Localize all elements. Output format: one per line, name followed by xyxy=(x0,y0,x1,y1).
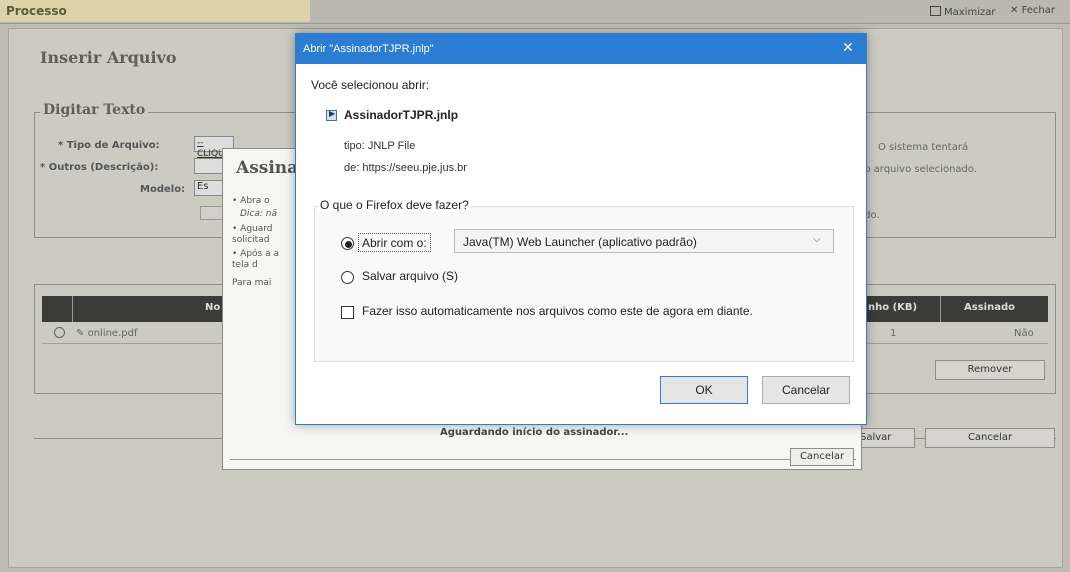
page-cancel-button[interactable]: Cancelar xyxy=(925,428,1055,448)
maximize-icon xyxy=(930,6,941,16)
auto-checkbox[interactable] xyxy=(341,306,354,319)
signer-cancel-button[interactable]: Cancelar xyxy=(790,448,854,466)
outros-label: * Outros (Descrição): xyxy=(40,162,159,173)
col-tamanho: nho (KB) xyxy=(868,302,918,313)
app-title: Processo xyxy=(6,4,67,18)
maximize-button[interactable]: Maximizar xyxy=(930,6,995,18)
table-header-sep xyxy=(72,296,73,322)
dialog-filename: AssinadorTJPR.jnlp xyxy=(344,108,459,122)
open-file-dialog: Abrir "AssinadorTJPR.jnlp" ✕ Você seleci… xyxy=(295,33,867,425)
info-line-1: O sistema tentará xyxy=(878,142,969,153)
dialog-question: O que o Firefox deve fazer? xyxy=(318,198,471,212)
col-assinado: Assinado xyxy=(964,302,1015,313)
top-bar: Processo Maximizar ✕ Fechar xyxy=(0,0,1070,24)
save-file-label[interactable]: Salvar arquivo (S) xyxy=(362,269,458,283)
signer-bullet-1: • Abra o xyxy=(232,196,270,206)
dialog-title: Abrir "AssinadorTJPR.jnlp" xyxy=(303,43,434,55)
dialog-titlebar: Abrir "AssinadorTJPR.jnlp" ✕ xyxy=(296,34,866,64)
row-radio[interactable] xyxy=(54,327,65,338)
outros-input[interactable] xyxy=(194,158,224,174)
modelo-label: Modelo: xyxy=(140,184,186,195)
page-heading: Inserir Arquivo xyxy=(40,48,177,67)
close-icon: ✕ xyxy=(842,39,854,55)
dialog-type-line: tipo: JNLP File xyxy=(344,140,416,152)
close-icon: ✕ xyxy=(1010,5,1019,16)
row-size: 1 xyxy=(890,328,897,339)
signer-bullet-4: • Após a a tela d xyxy=(232,249,279,270)
save-file-radio[interactable] xyxy=(341,271,354,284)
open-with-radio[interactable] xyxy=(341,237,354,250)
dialog-cancel-button[interactable]: Cancelar xyxy=(762,376,850,404)
close-window-button[interactable]: ✕ Fechar xyxy=(1010,5,1055,16)
signer-bullet-3: • Aguard solicitad xyxy=(232,224,273,245)
application-select[interactable]: Java(TM) Web Launcher (aplicativo padrão… xyxy=(454,229,834,253)
dialog-intro: Você selecionou abrir: xyxy=(311,78,430,92)
table-header-sep-2 xyxy=(940,296,941,322)
small-field[interactable] xyxy=(200,206,224,220)
chevron-down-icon: ⌵ xyxy=(813,234,821,245)
row-signed: Não xyxy=(1014,328,1034,339)
modelo-select[interactable]: Es xyxy=(194,180,224,196)
signer-status: Aguardando início do assinador... xyxy=(440,427,629,438)
remover-button[interactable]: Remover xyxy=(935,360,1045,380)
section-title: Digitar Texto xyxy=(40,102,149,118)
ok-button[interactable]: OK xyxy=(660,376,748,404)
col-nome: No xyxy=(205,302,221,313)
signer-progress-line xyxy=(230,459,856,460)
salvar-button[interactable]: Salvar xyxy=(855,428,915,448)
jnlp-file-icon: ▶ xyxy=(326,109,337,121)
dialog-from-line: de: https://seeu.pje.jus.br xyxy=(344,162,467,174)
signer-bullet-2: Dica: nã xyxy=(240,209,278,219)
row-filename[interactable]: ✎ online.pdf xyxy=(76,328,137,339)
tipo-label: * Tipo de Arquivo: xyxy=(58,140,160,151)
signer-footer-text: Para mai xyxy=(232,278,272,288)
auto-checkbox-label[interactable]: Fazer isso automaticamente nos arquivos … xyxy=(362,304,753,318)
dialog-close-button[interactable]: ✕ xyxy=(842,39,854,56)
info-line-2: do arquivo selecionado. xyxy=(858,164,978,175)
pdf-icon: ✎ xyxy=(76,328,85,339)
open-with-label[interactable]: Abrir com o: xyxy=(358,233,431,252)
application-select-value: Java(TM) Web Launcher (aplicativo padrão… xyxy=(463,235,697,249)
signer-title: Assina xyxy=(236,158,299,178)
